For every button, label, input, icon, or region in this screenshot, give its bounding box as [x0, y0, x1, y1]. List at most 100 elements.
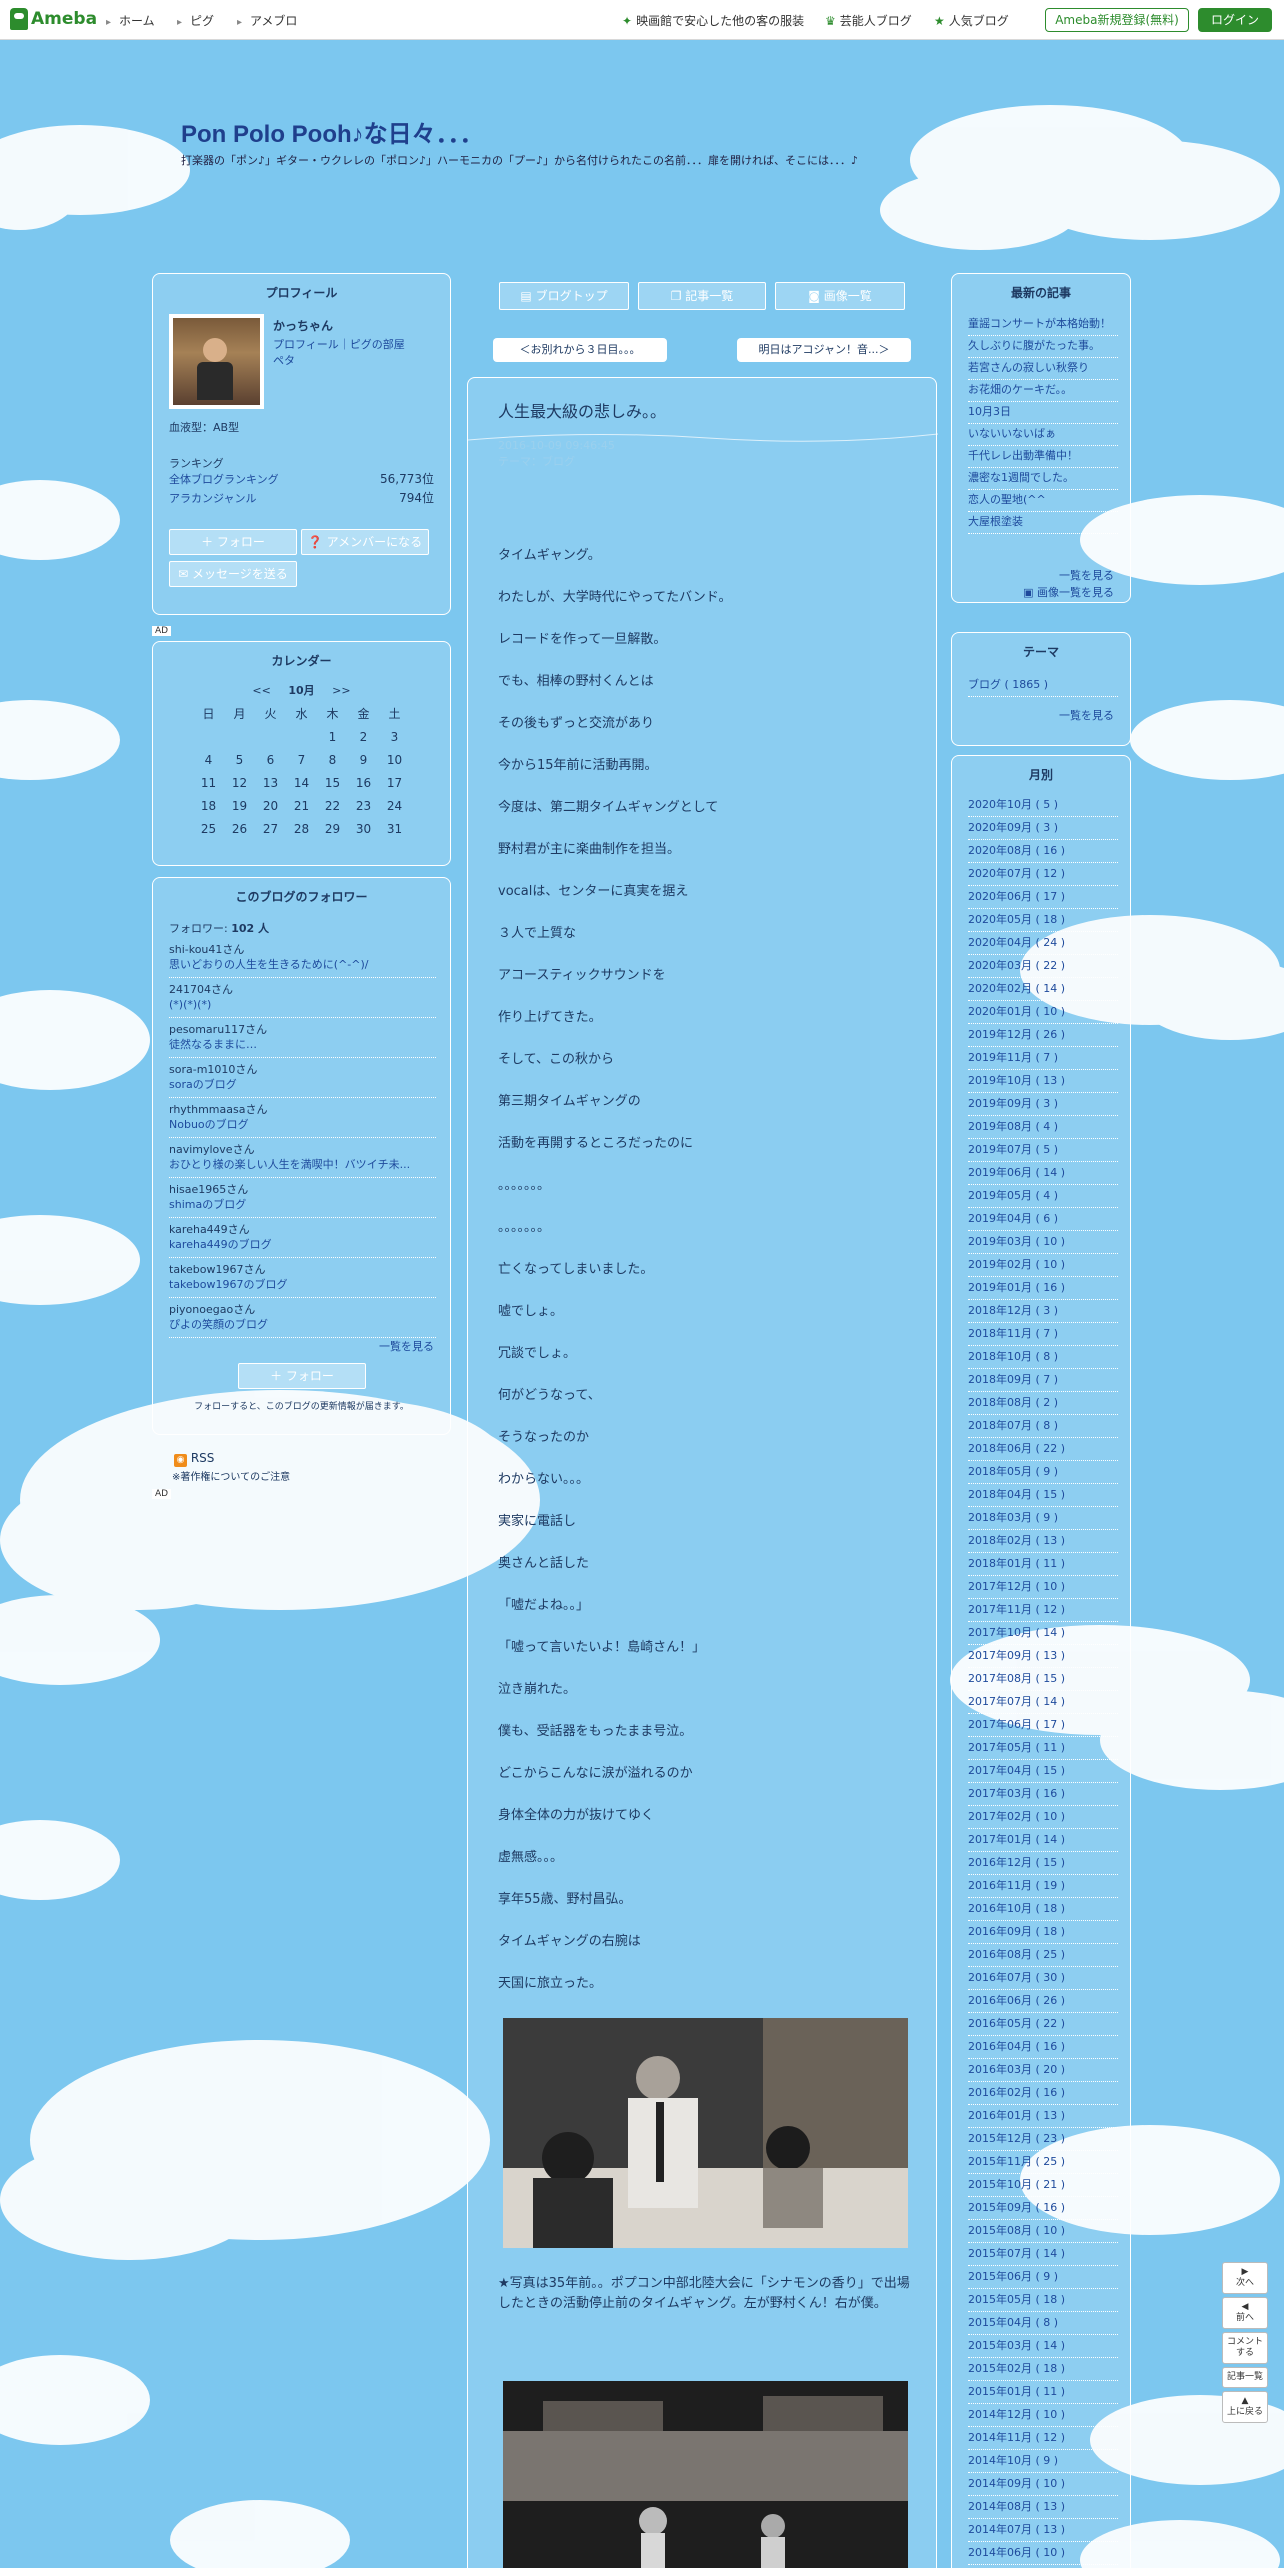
send-message-button[interactable]: ✉ メッセージを送る [169, 561, 297, 587]
rss-link[interactable]: ◉ RSS [174, 1451, 214, 1467]
follower-item[interactable]: 241704さん (*)(*)(*) [169, 978, 436, 1018]
calendar-day[interactable]: 26 [224, 817, 255, 840]
month-link[interactable]: 2015年04月 ( 8 ) [968, 2312, 1118, 2335]
calendar-day[interactable]: 6 [255, 748, 286, 771]
month-link[interactable]: 2017年09月 ( 13 ) [968, 1645, 1118, 1668]
follow-button[interactable]: ＋ フォロー [169, 529, 297, 555]
calendar-day[interactable]: 5 [224, 748, 255, 771]
month-link[interactable]: 2017年12月 ( 10 ) [968, 1576, 1118, 1599]
calendar-day[interactable]: 16 [348, 771, 379, 794]
calendar-day[interactable]: 24 [379, 794, 410, 817]
month-link[interactable]: 2016年11月 ( 19 ) [968, 1875, 1118, 1898]
month-link[interactable]: 2017年01月 ( 14 ) [968, 1829, 1118, 1852]
month-link[interactable]: 2015年12月 ( 23 ) [968, 2128, 1118, 2151]
month-link[interactable]: 2015年08月 ( 10 ) [968, 2220, 1118, 2243]
profile-avatar[interactable] [169, 314, 264, 409]
month-link[interactable]: 2014年09月 ( 10 ) [968, 2473, 1118, 2496]
month-link[interactable]: 2019年06月 ( 14 ) [968, 1162, 1118, 1185]
calendar-day[interactable]: 25 [193, 817, 224, 840]
month-link[interactable]: 2017年08月 ( 15 ) [968, 1668, 1118, 1691]
follower-blog[interactable]: 思いどおりの人生を生きるために(^-^)/ [169, 957, 436, 972]
follower-blog[interactable]: soraのブログ [169, 1077, 436, 1092]
ameba-logo[interactable]: Ameba [10, 8, 97, 30]
calendar-day[interactable]: 19 [224, 794, 255, 817]
month-link[interactable]: 2020年03月 ( 22 ) [968, 955, 1118, 978]
month-link[interactable]: 2019年12月 ( 26 ) [968, 1024, 1118, 1047]
calendar-day[interactable]: 20 [255, 794, 286, 817]
month-link[interactable]: 2015年06月 ( 9 ) [968, 2266, 1118, 2289]
register-button[interactable]: Ameba新規登録(無料) [1045, 8, 1189, 32]
month-link[interactable]: 2014年10月 ( 9 ) [968, 2450, 1118, 2473]
month-link[interactable]: 2015年11月 ( 25 ) [968, 2151, 1118, 2174]
month-link[interactable]: 2015年03月 ( 14 ) [968, 2335, 1118, 2358]
recent-more-link[interactable]: 一覧を見る [1059, 567, 1114, 583]
month-link[interactable]: 2020年10月 ( 5 ) [968, 794, 1118, 817]
follower-item[interactable]: kareha449さん kareha449のブログ [169, 1218, 436, 1258]
calendar-day[interactable]: 8 [317, 748, 348, 771]
article-photo-1[interactable] [503, 2018, 908, 2248]
amember-button[interactable]: ❓ アメンバーになる [301, 529, 429, 555]
calendar-day[interactable]: 3 [379, 725, 410, 748]
month-link[interactable]: 2017年04月 ( 15 ) [968, 1760, 1118, 1783]
calendar-day[interactable]: 11 [193, 771, 224, 794]
profile-links[interactable]: プロフィール｜ピグの部屋 [273, 336, 405, 352]
month-link[interactable]: 2018年05月 ( 9 ) [968, 1461, 1118, 1484]
month-link[interactable]: 2014年11月 ( 12 ) [968, 2427, 1118, 2450]
month-link[interactable]: 2015年02月 ( 18 ) [968, 2358, 1118, 2381]
next-post-link[interactable]: 明日はアコジャン！音...＞ [737, 338, 911, 362]
follower-item[interactable]: rhythmmaasaさん Nobuoのブログ [169, 1098, 436, 1138]
month-link[interactable]: 2015年01月 ( 11 ) [968, 2381, 1118, 2404]
calendar-day[interactable]: 28 [286, 817, 317, 840]
side-button[interactable]: ◀ 前へ [1222, 2297, 1268, 2329]
recent-post-link[interactable]: 久しぶりに腹がたった事。 [968, 336, 1118, 358]
month-link[interactable]: 2018年04月 ( 15 ) [968, 1484, 1118, 1507]
side-button[interactable]: ▲ 上に戻る [1222, 2391, 1268, 2423]
calendar-day[interactable]: 14 [286, 771, 317, 794]
month-link[interactable]: 2016年09月 ( 18 ) [968, 1921, 1118, 1944]
tab-article-list[interactable]: ❐ 記事一覧 [638, 282, 766, 310]
month-link[interactable]: 2016年03月 ( 20 ) [968, 2059, 1118, 2082]
calendar-day[interactable]: 10 [379, 748, 410, 771]
follower-blog[interactable]: Nobuoのブログ [169, 1117, 436, 1132]
calendar-day[interactable]: 1 [317, 725, 348, 748]
recent-post-link[interactable]: お花畑のケーキだ。。 [968, 380, 1118, 402]
month-link[interactable]: 2020年06月 ( 17 ) [968, 886, 1118, 909]
calendar-prev[interactable]: << [252, 684, 270, 697]
login-button[interactable]: ログイン [1198, 8, 1272, 32]
month-link[interactable]: 2020年01月 ( 10 ) [968, 1001, 1118, 1024]
calendar-day[interactable]: 21 [286, 794, 317, 817]
ranking-overall-label[interactable]: 全体ブログランキング [169, 471, 279, 487]
profile-name[interactable]: かっちゃん [273, 317, 333, 334]
month-link[interactable]: 2019年11月 ( 7 ) [968, 1047, 1118, 1070]
month-link[interactable]: 2018年06月 ( 22 ) [968, 1438, 1118, 1461]
month-link[interactable]: 2018年10月 ( 8 ) [968, 1346, 1118, 1369]
recent-post-link[interactable]: 10月3日 [968, 402, 1118, 424]
top-link-news[interactable]: ✦ 映画館で安心した他の客の服装 [622, 12, 804, 29]
recent-post-link[interactable]: 童謡コンサートが本格始動！ [968, 314, 1118, 336]
month-link[interactable]: 2017年06月 ( 17 ) [968, 1714, 1118, 1737]
article-photo-2[interactable] [503, 2381, 908, 2568]
themes-more-link[interactable]: 一覧を見る [1059, 707, 1114, 723]
copyright-note[interactable]: ※著作権についてのご注意 [172, 1468, 290, 1483]
month-link[interactable]: 2017年05月 ( 11 ) [968, 1737, 1118, 1760]
follower-blog[interactable]: おひとり様の楽しい人生を満喫中！バツイチ未... [169, 1157, 436, 1172]
top-link-celebrity[interactable]: ♛ 芸能人ブログ [825, 12, 912, 29]
calendar-day[interactable]: 27 [255, 817, 286, 840]
follower-blog[interactable]: ぴよの笑顔のブログ [169, 1317, 436, 1332]
calendar-day[interactable]: 17 [379, 771, 410, 794]
nav-pigg[interactable]: ピグ [177, 12, 214, 29]
month-link[interactable]: 2020年02月 ( 14 ) [968, 978, 1118, 1001]
month-link[interactable]: 2016年07月 ( 30 ) [968, 1967, 1118, 1990]
month-link[interactable]: 2015年10月 ( 21 ) [968, 2174, 1118, 2197]
month-link[interactable]: 2020年08月 ( 16 ) [968, 840, 1118, 863]
image-list-link[interactable]: ▣ 画像一覧を見る [1023, 584, 1114, 600]
follower-item[interactable]: pesomaru117さん 徒然なるままに… [169, 1018, 436, 1058]
side-button[interactable]: 記事一覧 [1222, 2367, 1268, 2388]
side-button[interactable]: コメントする [1222, 2332, 1268, 2364]
tab-image-list[interactable]: ◙ 画像一覧 [775, 282, 905, 310]
nav-ameblo[interactable]: アメブロ [237, 12, 297, 29]
ranking-genre-label[interactable]: アラカンジャンル [169, 490, 256, 506]
month-link[interactable]: 2019年02月 ( 10 ) [968, 1254, 1118, 1277]
month-link[interactable]: 2014年08月 ( 13 ) [968, 2496, 1118, 2519]
month-link[interactable]: 2019年10月 ( 13 ) [968, 1070, 1118, 1093]
